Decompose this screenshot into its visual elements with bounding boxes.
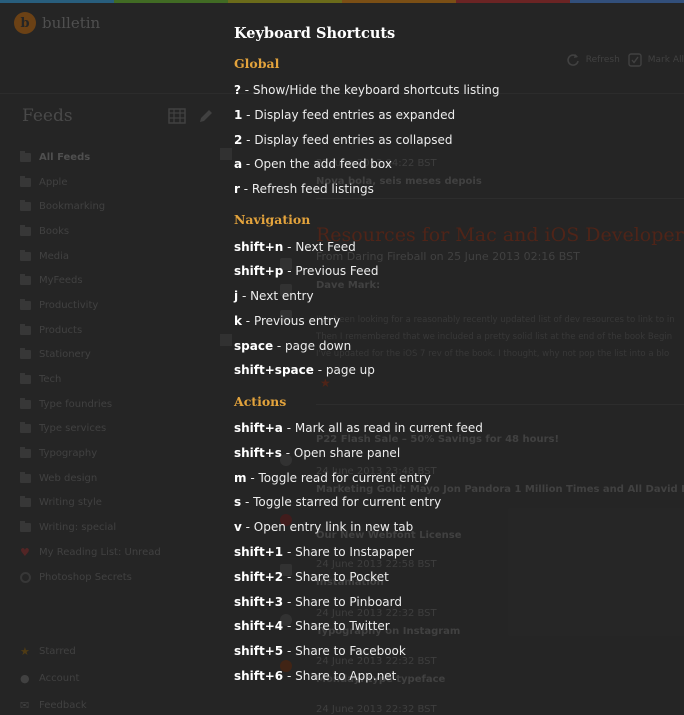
shortcut-row: s - Toggle starred for current entry — [234, 495, 441, 509]
shortcut-key: shift+3 — [234, 595, 284, 609]
shortcut-row: shift+4 - Share to Twitter — [234, 619, 390, 633]
shortcut-desc: - Mark all as read in current feed — [282, 421, 483, 435]
shortcut-key: ? — [234, 83, 241, 97]
shortcut-desc: - Display feed entries as expanded — [242, 108, 456, 122]
shortcut-desc: - Share to Instapaper — [283, 545, 414, 559]
shortcut-row: v - Open entry link in new tab — [234, 520, 413, 534]
shortcut-desc: - Show/Hide the keyboard shortcuts listi… — [240, 83, 500, 97]
shortcut-desc: - Share to Pinboard — [283, 595, 402, 609]
shortcut-row: shift+p - Previous Feed — [234, 264, 379, 278]
shortcut-key: k — [234, 314, 242, 328]
shortcut-row: shift+s - Open share panel — [234, 446, 400, 460]
shortcut-row: 1 - Display feed entries as expanded — [234, 108, 455, 122]
shortcut-row: shift+space - page up — [234, 363, 375, 377]
section-navigation: Navigation — [234, 212, 311, 227]
shortcuts-title: Keyboard Shortcuts — [234, 25, 396, 42]
shortcut-row: r - Refresh feed listings — [234, 182, 374, 196]
shortcut-row: shift+a - Mark all as read in current fe… — [234, 421, 483, 435]
shortcut-desc: - page up — [313, 363, 375, 377]
shortcut-row: shift+1 - Share to Instapaper — [234, 545, 414, 559]
shortcut-row: shift+6 - Share to App.net — [234, 669, 396, 683]
shortcut-key: m — [234, 471, 247, 485]
shortcut-row: 2 - Display feed entries as collapsed — [234, 133, 452, 147]
section-actions: Actions — [234, 394, 287, 409]
shortcut-key: a — [234, 157, 243, 171]
shortcut-desc: - Share to Facebook — [283, 644, 406, 658]
shortcut-desc: - Previous Feed — [283, 264, 379, 278]
shortcut-key: shift+5 — [234, 644, 284, 658]
shortcut-key: shift+4 — [234, 619, 284, 633]
shortcut-row: shift+3 - Share to Pinboard — [234, 595, 402, 609]
shortcut-key: space — [234, 339, 274, 353]
shortcut-key: shift+s — [234, 446, 282, 460]
shortcut-desc: - Next entry — [238, 289, 314, 303]
shortcut-desc: - Next Feed — [283, 240, 356, 254]
shortcut-key: shift+1 — [234, 545, 284, 559]
shortcut-desc: - Display feed entries as collapsed — [242, 133, 453, 147]
shortcut-desc: - Open the add feed box — [242, 157, 392, 171]
shortcut-desc: - Share to Pocket — [283, 570, 389, 584]
section-global: Global — [234, 56, 280, 71]
shortcut-desc: - Previous entry — [241, 314, 341, 328]
shortcut-key: shift+space — [234, 363, 314, 377]
shortcut-row: m - Toggle read for current entry — [234, 471, 431, 485]
shortcut-desc: - Share to App.net — [283, 669, 397, 683]
shortcut-key: shift+2 — [234, 570, 284, 584]
shortcut-desc: - Refresh feed listings — [239, 182, 374, 196]
shortcut-desc: - Open entry link in new tab — [241, 520, 414, 534]
shortcut-desc: - Toggle read for current entry — [246, 471, 431, 485]
shortcut-key: shift+a — [234, 421, 283, 435]
shortcut-desc: - Toggle starred for current entry — [241, 495, 442, 509]
shortcut-row: shift+5 - Share to Facebook — [234, 644, 406, 658]
shortcut-row: space - page down — [234, 339, 351, 353]
shortcut-desc: - Share to Twitter — [283, 619, 390, 633]
shortcut-key: shift+n — [234, 240, 284, 254]
shortcut-key: v — [234, 520, 242, 534]
shortcut-key: shift+p — [234, 264, 284, 278]
shortcut-row: k - Previous entry — [234, 314, 340, 328]
shortcut-row: ? - Show/Hide the keyboard shortcuts lis… — [234, 83, 500, 97]
shortcut-row: a - Open the add feed box — [234, 157, 392, 171]
shortcut-row: shift+n - Next Feed — [234, 240, 356, 254]
shortcut-row: j - Next entry — [234, 289, 314, 303]
shortcut-desc: - page down — [273, 339, 352, 353]
shortcut-desc: - Open share panel — [281, 446, 401, 460]
shortcut-row: shift+2 - Share to Pocket — [234, 570, 389, 584]
shortcut-key: shift+6 — [234, 669, 284, 683]
